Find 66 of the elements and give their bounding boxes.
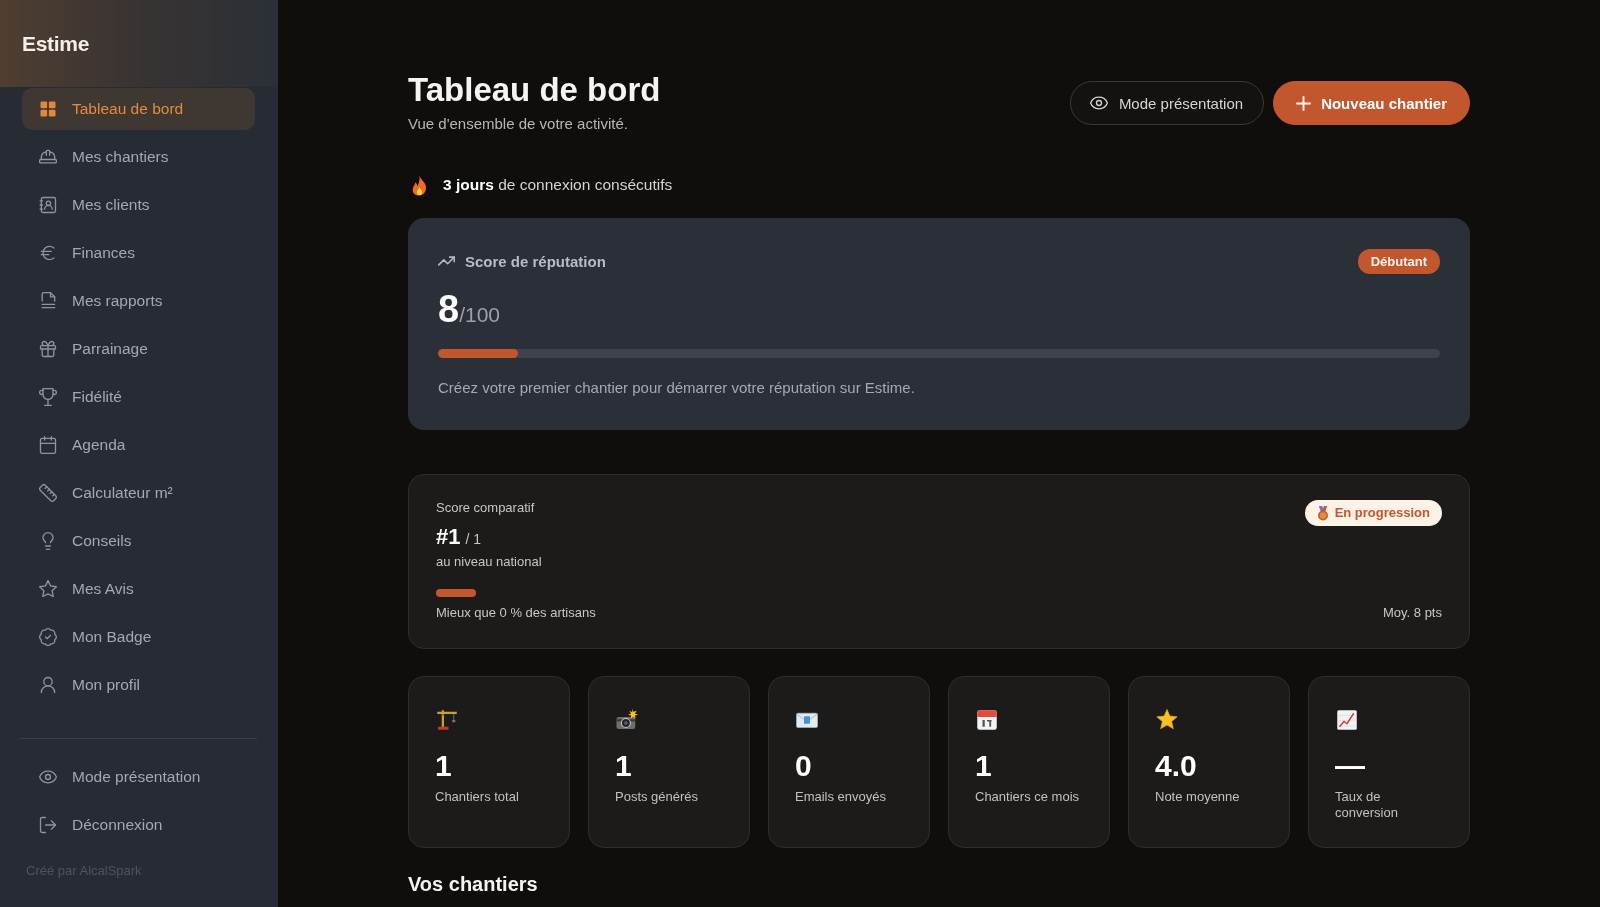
sidebar-item[interactable]: Conseils	[22, 520, 255, 562]
stat-label: Taux de conversion	[1335, 789, 1399, 821]
stat-label: Chantiers total	[435, 789, 519, 805]
hard-hat-icon	[38, 147, 58, 167]
sidebar-item[interactable]: Finances	[22, 232, 255, 274]
sidebar-item[interactable]: Tableau de bord	[22, 88, 255, 130]
average-text: Moy. 8 pts	[1383, 604, 1442, 622]
contact-book-icon	[38, 195, 58, 215]
calendar-icon	[975, 708, 999, 732]
trophy-icon	[38, 387, 58, 407]
stat-value: 4.0	[1155, 749, 1197, 783]
stat-label: Chantiers ce mois	[975, 789, 1080, 805]
page-subtitle: Vue d'ensemble de votre activité.	[408, 114, 628, 134]
stat-value: 1	[435, 749, 452, 783]
card-title: Score de réputation	[465, 252, 606, 270]
sidebar-item[interactable]: Mes chantiers	[22, 136, 255, 178]
user-icon	[38, 675, 58, 695]
stat-label: Emails envoyés	[795, 789, 887, 805]
new-site-button[interactable]: Nouveau chantier	[1273, 81, 1470, 125]
camera-flash-icon	[615, 708, 639, 732]
rank-total: / 1	[465, 531, 482, 547]
level-badge: Débutant	[1357, 248, 1440, 274]
score-value: 8	[438, 287, 460, 331]
score-max: /100	[459, 303, 500, 327]
chart-up-icon	[1335, 708, 1359, 732]
stat-value: 1	[975, 749, 992, 783]
presentation-mode-button[interactable]: Mode présentation	[1069, 81, 1265, 125]
logout-icon	[38, 815, 58, 835]
crane-icon	[435, 708, 459, 732]
sidebar-item[interactable]: Mes rapports	[22, 280, 255, 322]
streak-text: 3 jours de connexion consécutifs	[443, 176, 673, 194]
badge-check-icon	[38, 627, 58, 647]
page-title: Tableau de bord	[408, 72, 661, 108]
gift-icon	[38, 339, 58, 359]
sidebar-item[interactable]: Parrainage	[22, 328, 255, 370]
calendar-icon	[38, 435, 58, 455]
section-heading: Vos chantiers	[408, 872, 538, 896]
sidebar-item[interactable]: Calculateur m²	[22, 472, 255, 514]
star-icon	[38, 579, 58, 599]
sidebar-item[interactable]: Mon profil	[22, 664, 255, 706]
grid-icon	[38, 99, 58, 119]
ruler-icon	[38, 483, 58, 503]
star-icon	[1155, 708, 1179, 732]
scope-text: au niveau national	[436, 553, 542, 571]
stat-label: Note moyenne	[1155, 789, 1240, 805]
sidebar-item[interactable]: Déconnexion	[22, 804, 255, 846]
sidebar-item[interactable]: Mes Avis	[22, 568, 255, 610]
sidebar-item[interactable]: Mon Badge	[22, 616, 255, 658]
stat-value: 0	[795, 749, 812, 783]
stat-value: 1	[615, 749, 632, 783]
plus-icon	[1296, 95, 1312, 111]
medal-icon	[1316, 505, 1329, 521]
stat-value: —	[1335, 749, 1365, 783]
card-title: Score comparatif	[436, 499, 535, 517]
sidebar-item[interactable]: Mode présentation	[22, 756, 255, 798]
app-logo: Estime	[22, 31, 90, 56]
fire-icon	[411, 174, 428, 196]
reputation-message: Créez votre premier chantier pour démarrer votre réputation sur Estime.	[438, 378, 915, 398]
sidebar-item[interactable]: Fidélité	[22, 376, 255, 418]
percentile-text: Mieux que 0 % des artisans	[436, 604, 596, 622]
trending-up-icon	[438, 256, 455, 266]
stat-label: Posts générés	[615, 789, 699, 805]
sidebar-item[interactable]: Agenda	[22, 424, 255, 466]
sidebar-item[interactable]: Mes clients	[22, 184, 255, 226]
rank-value: #1	[436, 524, 461, 550]
status-badge: En progression	[1304, 500, 1442, 526]
